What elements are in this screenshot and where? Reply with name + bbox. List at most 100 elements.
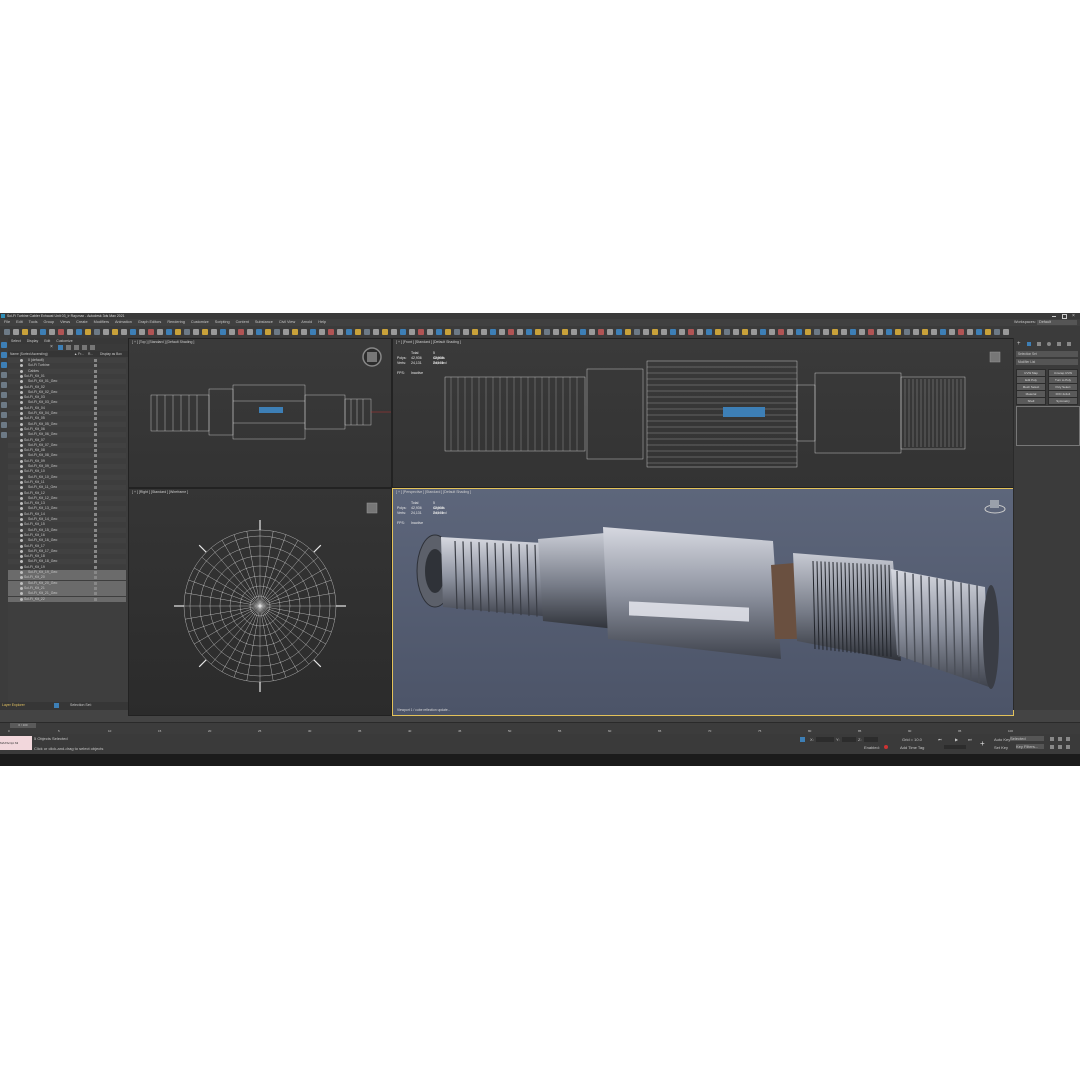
scene-tree-row[interactable]: Sci-Fi_Kit_07_Geo [8,442,126,448]
visibility-eye-icon[interactable] [20,581,23,585]
toolbar-button-icon[interactable] [283,329,289,335]
scene-tree-row[interactable]: Sci-Fi_Kit_14_Geo [8,517,126,522]
toolbar-button-icon[interactable] [121,329,127,335]
modifier-list-dropdown[interactable]: Modifier List [1016,359,1078,365]
toolbar-button-icon[interactable] [652,329,658,335]
toolbar-button-icon[interactable] [22,329,28,335]
invert-icon[interactable] [82,345,87,350]
viewport-top[interactable]: [ + ] [Top ] [Standard ] [Default Shadin… [128,338,392,488]
scene-tree-row[interactable]: Sci-Fi_Kit_03_Geo [8,400,126,406]
visibility-eye-icon[interactable] [20,374,23,378]
visibility-eye-icon[interactable] [20,528,23,532]
toolbar-button-icon[interactable] [103,329,109,335]
scene-tree-row[interactable]: Sci-Fi_Kit_18_Geo [8,559,126,565]
scene-tree-row[interactable]: Sci-Fi Turbine [8,363,126,369]
toolbar-button-icon[interactable] [616,329,622,335]
visibility-eye-icon[interactable] [20,496,23,500]
visibility-eye-icon[interactable] [20,592,23,596]
visibility-eye-icon[interactable] [20,417,23,421]
visibility-eye-icon[interactable] [20,390,23,394]
toolbar-button-icon[interactable] [724,329,730,335]
sort-icon[interactable] [1,382,7,388]
toolbar-button-icon[interactable] [589,329,595,335]
render-toggle-icon[interactable] [94,597,97,601]
toolbar-button-icon[interactable] [49,329,55,335]
toolbar-button-icon[interactable] [535,329,541,335]
lock-icon[interactable] [1,392,7,398]
toolbar-button-icon[interactable] [166,329,172,335]
tab-display[interactable]: Display [27,339,38,343]
toolbar-button-icon[interactable] [526,329,532,335]
toolbar-button-icon[interactable] [697,329,703,335]
render-toggle-icon[interactable] [94,544,97,548]
menu-group[interactable]: Group [44,319,55,326]
toolbar-button-icon[interactable] [4,329,10,335]
toolbar-button-icon[interactable] [436,329,442,335]
render-toggle-icon[interactable] [94,359,97,362]
render-toggle-icon[interactable] [94,523,97,527]
toolbar-button-icon[interactable] [814,329,820,335]
toolbar-button-icon[interactable] [904,329,910,335]
toolbar-button-icon[interactable] [328,329,334,335]
render-toggle-icon[interactable] [94,518,97,521]
toolbar-button-icon[interactable] [355,329,361,335]
utilities-tab-icon[interactable] [1067,342,1071,346]
column-name[interactable]: Name (Sorted Ascending) [10,351,48,357]
minimize-icon[interactable] [1052,316,1056,317]
toolbar-button-icon[interactable] [130,329,136,335]
visibility-eye-icon[interactable] [20,502,23,506]
toolbar-button-icon[interactable] [391,329,397,335]
toolbar-button-icon[interactable] [670,329,676,335]
visibility-eye-icon[interactable] [20,449,23,453]
layer-icon[interactable] [1,352,7,358]
scene-tree-row[interactable]: Sci-Fi_Kit_16_Geo [8,538,126,544]
render-toggle-icon[interactable] [94,369,97,373]
toolbar-button-icon[interactable] [148,329,154,335]
render-toggle-icon[interactable] [94,539,97,543]
render-toggle-icon[interactable] [94,401,97,405]
toolbar-button-icon[interactable] [400,329,406,335]
viewport-perspective[interactable]: [ + ] [Perspective ] [Standard ] [Defaul… [392,488,1014,716]
toolbar-button-icon[interactable] [409,329,415,335]
maximize-viewport-icon[interactable] [1066,745,1070,749]
render-toggle-icon[interactable] [94,475,97,479]
modify-tab-icon[interactable] [1027,342,1031,346]
toolbar-button-icon[interactable] [832,329,838,335]
scene-tree-row[interactable]: Sci-Fi_Kit_12_Geo [8,495,126,501]
menu-help[interactable]: Help [318,319,326,326]
render-toggle-icon[interactable] [94,417,97,421]
toolbar-button-icon[interactable] [13,329,19,335]
toolbar-button-icon[interactable] [580,329,586,335]
toolbar-button-icon[interactable] [607,329,613,335]
toolbar-button-icon[interactable] [274,329,280,335]
menu-customize[interactable]: Customize [191,319,209,326]
camera-icon[interactable] [1,402,7,408]
visibility-eye-icon[interactable] [20,364,23,368]
display-all-icon[interactable] [74,345,79,350]
tab-select[interactable]: Select [11,339,21,343]
render-toggle-icon[interactable] [94,427,97,431]
find-icon[interactable] [90,345,95,350]
column-display-as-box[interactable]: Display as Box [100,351,122,357]
toolbar-button-icon[interactable] [796,329,802,335]
visibility-eye-icon[interactable] [20,443,23,447]
toolbar-button-icon[interactable] [301,329,307,335]
toolbar-button-icon[interactable] [598,329,604,335]
visibility-eye-icon[interactable] [20,406,23,410]
toolbar-button-icon[interactable] [931,329,937,335]
toolbar-button-icon[interactable] [859,329,865,335]
render-toggle-icon[interactable] [94,512,97,516]
toolbar-button-icon[interactable] [742,329,748,335]
visibility-eye-icon[interactable] [20,586,23,590]
set-key-label[interactable]: Set Key [994,745,1008,750]
visibility-eye-icon[interactable] [20,475,23,479]
frame-field[interactable] [944,745,966,749]
toolbar-button-icon[interactable] [553,329,559,335]
render-toggle-icon[interactable] [94,555,97,559]
toolbar-button-icon[interactable] [94,329,100,335]
toolbar-button-icon[interactable] [139,329,145,335]
visibility-eye-icon[interactable] [20,491,23,495]
toolbar-button-icon[interactable] [823,329,829,335]
render-toggle-icon[interactable] [94,438,97,442]
render-toggle-icon[interactable] [94,459,97,463]
